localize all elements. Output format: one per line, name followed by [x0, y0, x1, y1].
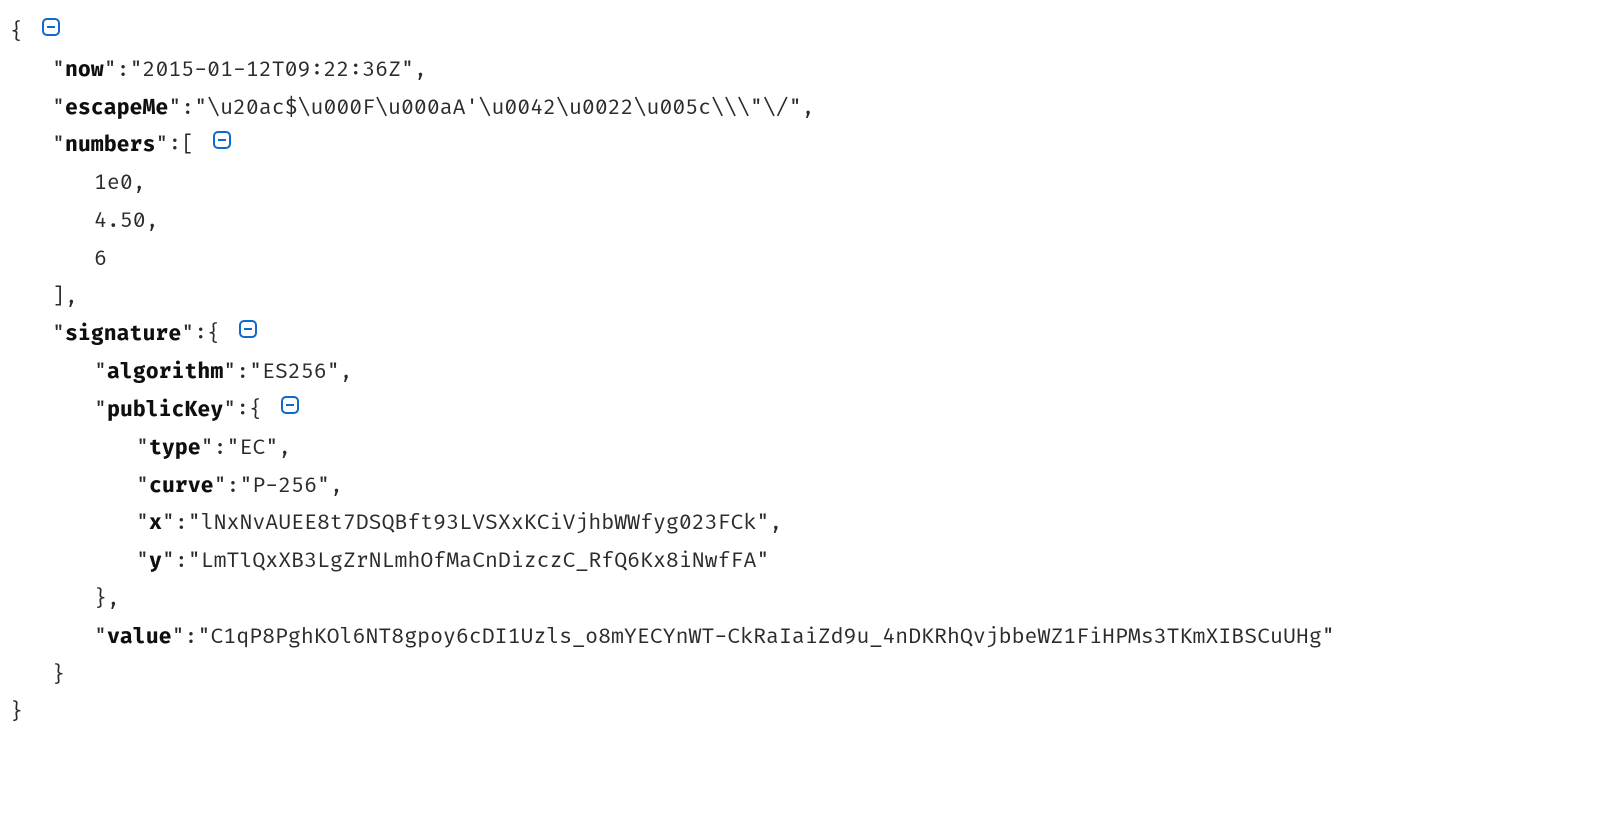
json-value-x: lNxNvAUEE8t7DSQBft93LVSXxKCiVjhbWWfyg023… — [201, 511, 757, 536]
code-line: } — [10, 657, 1590, 695]
brace-close: } — [52, 663, 65, 688]
bracket-close: ], — [52, 285, 78, 310]
brace-close: } — [10, 700, 23, 725]
code-line: "publicKey":{ — [10, 392, 1590, 430]
brace-open: { — [10, 20, 23, 45]
code-line: 4.50, — [10, 203, 1590, 241]
json-value-escapeMe: \u20ac$\u000F\u000aA'\u0042\u0022\u005c\… — [207, 96, 789, 121]
code-line: 6 — [10, 241, 1590, 279]
collapse-icon[interactable] — [239, 320, 257, 338]
code-line: "type":"EC", — [10, 430, 1590, 468]
json-key-algorithm: algorithm — [107, 360, 223, 385]
json-value-value: C1qP8PghKOl6NT8gpoy6cDI1Uzls_o8mYECYnWT-… — [210, 625, 1321, 650]
json-number: 1e0 — [94, 171, 133, 196]
code-line: "now":"2015-01-12T09:22:36Z", — [10, 52, 1590, 90]
json-number: 6 — [94, 247, 107, 272]
json-key-numbers: numbers — [65, 133, 155, 158]
json-value-type: EC — [239, 436, 265, 461]
json-value-curve: P-256 — [252, 474, 317, 499]
json-number: 4.50 — [94, 209, 146, 234]
code-line: "curve":"P-256", — [10, 468, 1590, 506]
code-line: "y":"LmTlQxXB3LgZrNLmhOfMaCnDizczC_RfQ6K… — [10, 543, 1590, 581]
brace-close: }, — [94, 587, 120, 612]
code-line: "numbers":[ — [10, 127, 1590, 165]
json-key-type: type — [149, 436, 201, 461]
code-line: 1e0, — [10, 165, 1590, 203]
json-key-signature: signature — [65, 322, 181, 347]
json-key-publicKey: publicKey — [107, 398, 223, 423]
collapse-icon[interactable] — [281, 396, 299, 414]
json-value-now: 2015-01-12T09:22:36Z — [143, 58, 401, 83]
code-line: "algorithm":"ES256", — [10, 354, 1590, 392]
code-line: ], — [10, 279, 1590, 317]
json-key-curve: curve — [149, 474, 214, 499]
json-value-algorithm: ES256 — [262, 360, 327, 385]
json-key-x: x — [149, 511, 162, 536]
code-line: "escapeMe":"\u20ac$\u000F\u000aA'\u0042\… — [10, 90, 1590, 128]
code-line: }, — [10, 581, 1590, 619]
collapse-icon[interactable] — [213, 131, 231, 149]
json-key-escapeMe: escapeMe — [65, 96, 168, 121]
json-key-now: now — [65, 58, 104, 83]
code-line: "value":"C1qP8PghKOl6NT8gpoy6cDI1Uzls_o8… — [10, 619, 1590, 657]
code-line: "x":"lNxNvAUEE8t7DSQBft93LVSXxKCiVjhbWWf… — [10, 505, 1590, 543]
collapse-icon[interactable] — [42, 18, 60, 36]
json-code-block: { "now":"2015-01-12T09:22:36Z", "escapeM… — [0, 0, 1600, 746]
json-value-y: LmTlQxXB3LgZrNLmhOfMaCnDizczC_RfQ6Kx8iNw… — [201, 549, 757, 574]
json-key-value: value — [107, 625, 172, 650]
code-line: { — [10, 14, 1590, 52]
code-line: "signature":{ — [10, 316, 1590, 354]
json-key-y: y — [149, 549, 162, 574]
code-line: } — [10, 694, 1590, 732]
